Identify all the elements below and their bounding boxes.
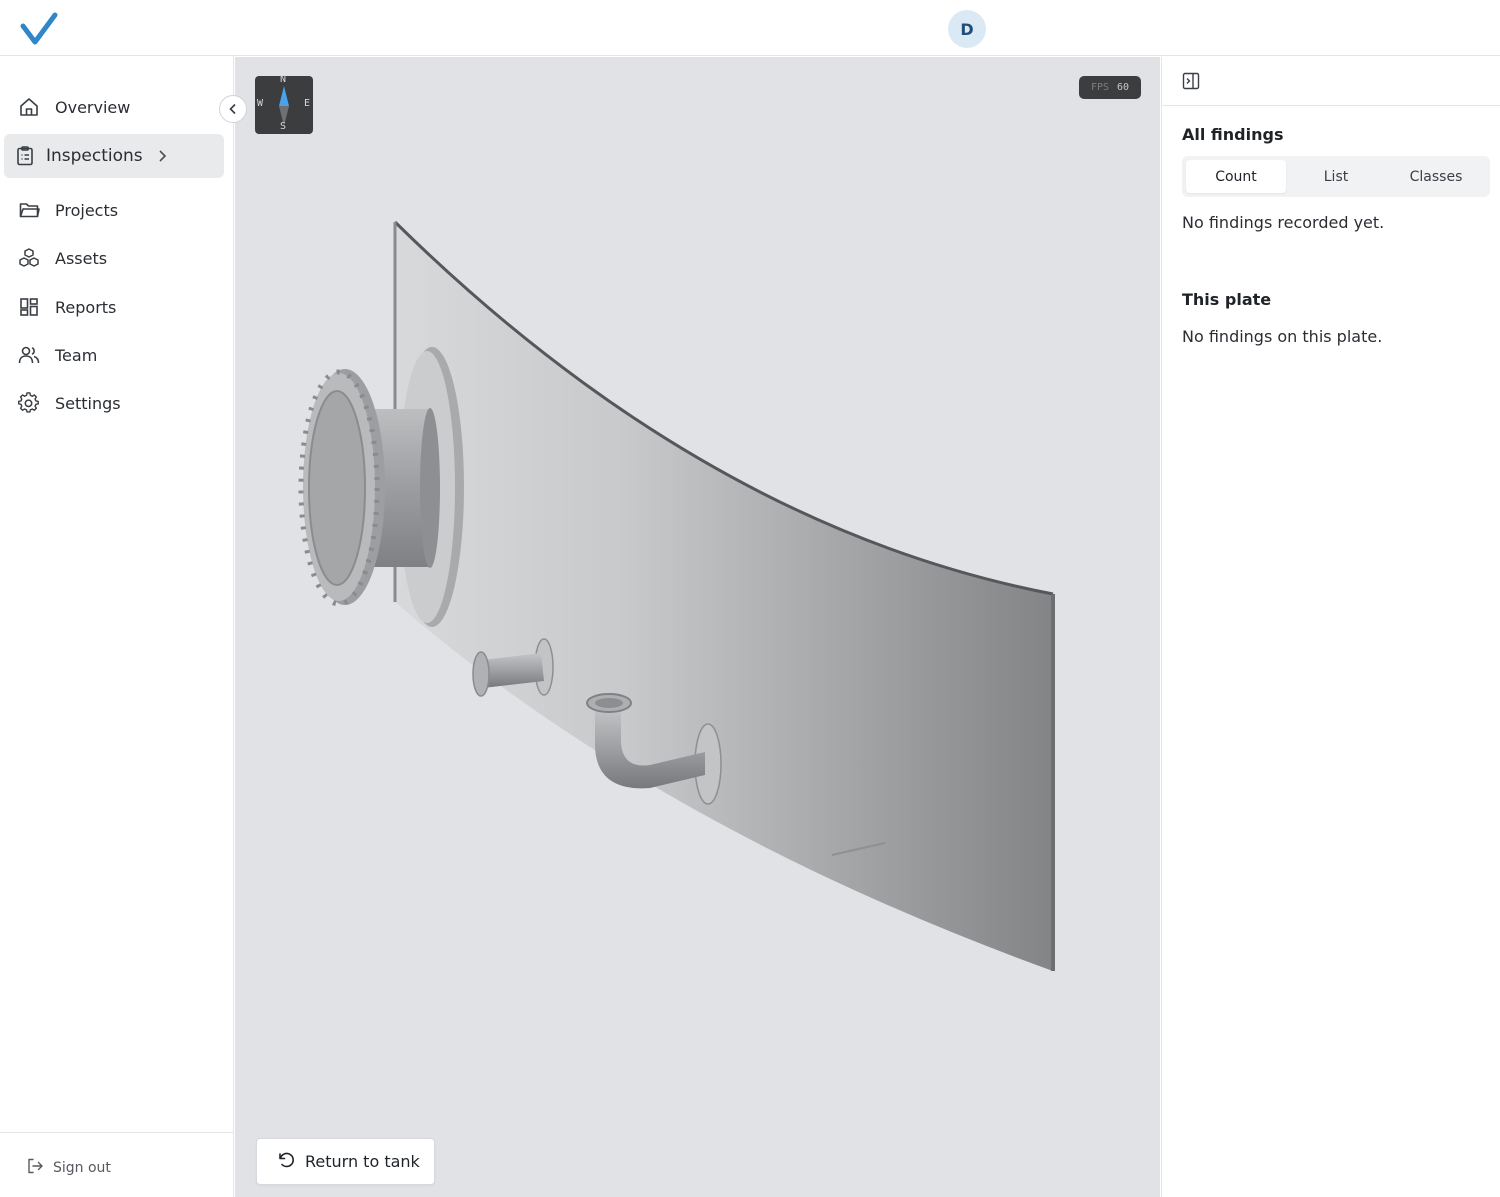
fps-counter: FPS 60 (1079, 76, 1141, 99)
home-icon (18, 96, 40, 118)
sidebar: Overview Inspections Projects Assets Rep… (0, 56, 234, 1197)
compass-south-label: S (280, 121, 287, 132)
fps-value: 60 (1117, 82, 1130, 93)
sidebar-item-label: Reports (55, 297, 117, 317)
fps-label: FPS (1090, 82, 1109, 93)
this-plate-title: This plate (1182, 290, 1272, 309)
brand-logo-icon[interactable] (20, 12, 58, 46)
users-icon (18, 344, 40, 366)
sidebar-item-projects[interactable]: Projects (4, 188, 224, 232)
sign-out-label: Sign out (53, 1160, 111, 1176)
sidebar-footer: Sign out (0, 1132, 234, 1197)
all-findings-empty-text: No findings recorded yet. (1182, 213, 1385, 232)
sidebar-item-label: Overview (55, 97, 131, 117)
chevron-left-icon (229, 103, 236, 115)
gear-icon (18, 392, 40, 414)
return-to-tank-label: Return to tank (305, 1152, 420, 1171)
sidebar-item-reports[interactable]: Reports (4, 285, 224, 329)
sidebar-item-inspections[interactable]: Inspections (4, 134, 224, 178)
sidebar-item-settings[interactable]: Settings (4, 381, 224, 425)
return-to-tank-button[interactable]: Return to tank (256, 1138, 435, 1185)
sign-out-button[interactable]: Sign out (26, 1157, 111, 1179)
compass-west-label: W (257, 98, 264, 109)
undo-arrow-icon (277, 1151, 295, 1173)
tab-list[interactable]: List (1286, 160, 1386, 193)
cubes-icon (18, 247, 40, 269)
sidebar-item-label: Team (55, 345, 98, 365)
grid-icon (18, 296, 40, 318)
panel-collapse-icon[interactable] (1182, 72, 1200, 94)
sidebar-item-label: Settings (55, 393, 121, 413)
sidebar-item-team[interactable]: Team (4, 333, 224, 377)
compass-widget[interactable]: N S E W (255, 74, 313, 134)
tank-plate-3d-model[interactable] (235, 57, 1160, 1197)
all-findings-title: All findings (1182, 125, 1284, 144)
findings-panel: All findings Count List Classes No findi… (1161, 57, 1500, 1197)
clipboard-icon (14, 145, 36, 167)
findings-panel-header (1162, 57, 1500, 106)
collapse-sidebar-button[interactable] (219, 95, 247, 123)
this-plate-empty-text: No findings on this plate. (1182, 327, 1383, 346)
user-avatar[interactable]: D (948, 10, 986, 48)
folder-icon (18, 199, 40, 221)
tab-count[interactable]: Count (1186, 160, 1286, 193)
sidebar-item-overview[interactable]: Overview (4, 85, 224, 129)
findings-view-tabs: Count List Classes (1182, 156, 1490, 197)
tab-classes[interactable]: Classes (1386, 160, 1486, 193)
compass-north-label: N (280, 74, 287, 85)
3d-viewport[interactable]: N S E W FPS 60 Return to tank (235, 57, 1160, 1197)
sidebar-item-label: Inspections (46, 146, 143, 166)
top-bar: D (0, 0, 1500, 56)
sign-out-icon (26, 1157, 44, 1179)
sidebar-item-label: Projects (55, 200, 119, 220)
sidebar-item-assets[interactable]: Assets (4, 236, 224, 280)
chevron-right-icon (157, 149, 167, 163)
compass-east-label: E (304, 98, 311, 109)
sidebar-item-label: Assets (55, 248, 108, 268)
